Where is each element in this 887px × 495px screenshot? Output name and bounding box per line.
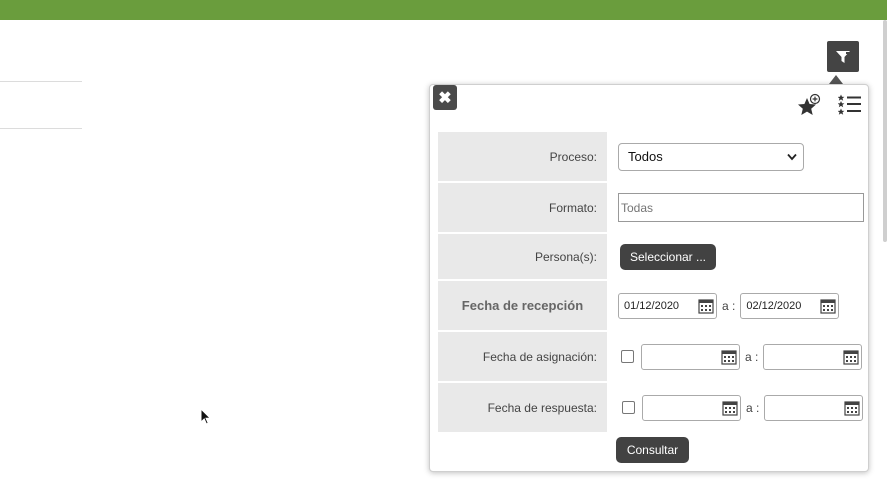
filter-button[interactable] (827, 41, 859, 72)
consultar-button[interactable]: Consultar (616, 437, 689, 463)
proceso-select-value: Todos (628, 149, 663, 164)
fecha-respuesta-checkbox[interactable] (622, 401, 635, 414)
divider (0, 128, 82, 129)
fecha-recepcion-to-value: 02/12/2020 (746, 299, 802, 312)
fecha-respuesta-label: Fecha de respuesta: (438, 383, 607, 432)
calendar-icon[interactable] (844, 400, 860, 416)
fecha-asignacion-to[interactable] (763, 343, 863, 370)
formato-input[interactable] (618, 193, 864, 222)
calendar-icon[interactable] (722, 400, 738, 416)
fecha-asignacion-label: Fecha de asignación: (438, 332, 607, 381)
chevron-down-icon (787, 153, 797, 160)
calendar-icon[interactable] (721, 349, 737, 365)
fecha-asignacion-from[interactable] (641, 343, 740, 370)
date-range-separator: a : (746, 400, 760, 415)
select-persons-button[interactable]: Seleccionar ... (620, 243, 716, 270)
formato-row: Formato: (438, 183, 868, 232)
proceso-row: Proceso: Todos (438, 132, 868, 181)
date-range-separator: a : (722, 298, 736, 313)
filter-icon (836, 50, 850, 63)
fecha-recepcion-label: Fecha de recepción (438, 281, 607, 330)
fecha-recepcion-from[interactable]: 01/12/2020 (618, 292, 717, 319)
fecha-respuesta-to[interactable] (764, 394, 864, 421)
personas-row: Persona(s): Seleccionar ... (438, 234, 868, 279)
fecha-recepcion-row: Fecha de recepción 01/12/2020 a : 02/12/… (438, 281, 868, 330)
close-button[interactable]: ✖ (433, 85, 457, 110)
divider (0, 81, 82, 82)
calendar-icon[interactable] (843, 349, 859, 365)
panel-caret (829, 75, 843, 84)
proceso-label: Proceso: (438, 132, 607, 181)
fecha-asignacion-row: Fecha de asignación: a : (438, 332, 868, 381)
fecha-asignacion-checkbox[interactable] (621, 350, 634, 363)
calendar-icon[interactable] (820, 298, 836, 314)
date-range-separator: a : (745, 349, 759, 364)
personas-label: Persona(s): (438, 234, 607, 279)
top-bar (0, 0, 887, 20)
proceso-select[interactable]: Todos (618, 142, 804, 171)
mouse-cursor-icon (200, 408, 212, 425)
starred-list-icon[interactable] (838, 93, 862, 117)
fecha-recepcion-from-value: 01/12/2020 (624, 299, 680, 312)
scrollbar[interactable] (883, 20, 887, 242)
formato-label: Formato: (438, 183, 607, 232)
filter-panel: ✖ Proceso: Todos Formato: Todas Persona(… (429, 84, 869, 472)
close-icon: ✖ (438, 89, 452, 107)
star-plus-icon[interactable] (796, 93, 822, 119)
fecha-respuesta-from[interactable] (642, 394, 741, 421)
fecha-recepcion-to[interactable]: 02/12/2020 (740, 292, 840, 319)
fecha-respuesta-row: Fecha de respuesta: a : (438, 383, 868, 432)
calendar-icon[interactable] (698, 298, 714, 314)
